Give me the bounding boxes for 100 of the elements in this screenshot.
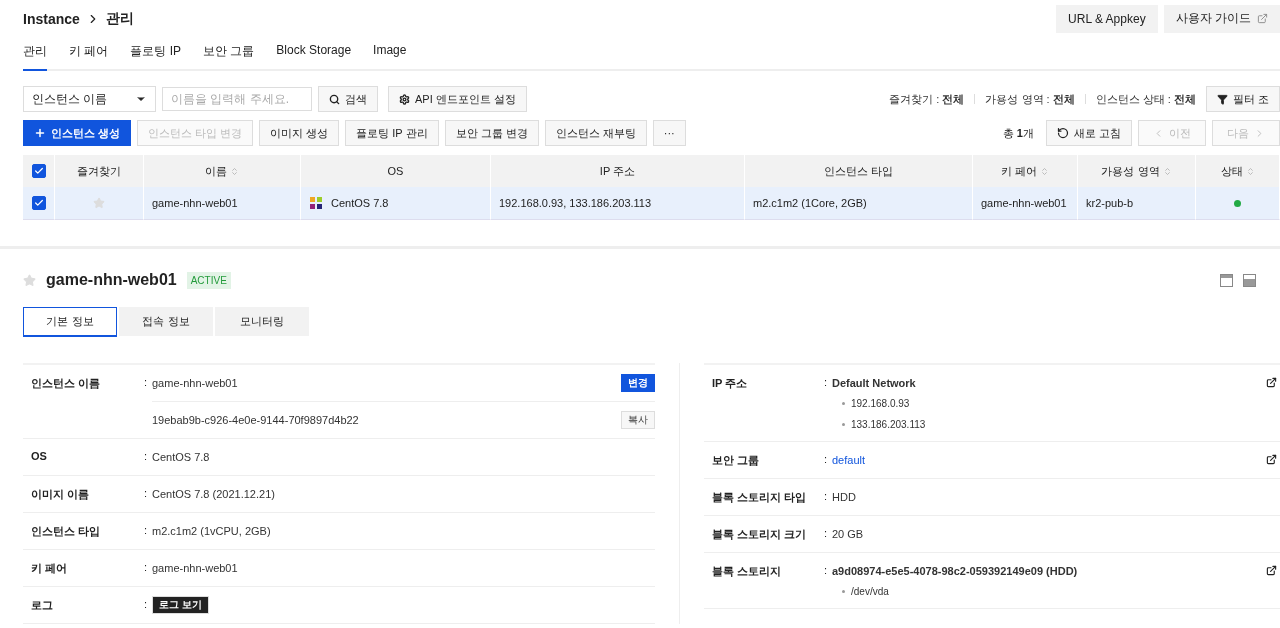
column-header[interactable]: 이름: [144, 155, 301, 187]
link[interactable]: default: [832, 454, 866, 466]
field-label: 이미지 이름: [31, 487, 91, 502]
colon: :: [824, 452, 829, 467]
star-icon[interactable]: [23, 273, 36, 287]
field-value: CentOS 7.8 (2021.12.21): [152, 488, 275, 500]
field-value: m2.c1m2 (1vCPU, 2GB): [152, 525, 271, 537]
check-icon: [33, 166, 44, 176]
copy-button[interactable]: 복사: [621, 411, 655, 429]
colon: :: [144, 375, 149, 390]
field-value: CentOS 7.8: [152, 451, 210, 463]
field-label: 인스턴스 이름: [31, 376, 102, 391]
column-header: OS: [301, 155, 491, 187]
action-button[interactable]: 인스턴스 재부팅: [544, 120, 647, 146]
external-link-icon[interactable]: [1266, 454, 1277, 465]
filter-summary: 가용성 영역 : 전체: [985, 91, 1075, 107]
table-cell: game-nhn-web01: [144, 187, 301, 220]
instance-title: game-nhn-web01: [46, 271, 177, 289]
field-value: game-nhn-web01: [152, 562, 238, 574]
field-label: 키 페어: [31, 561, 69, 576]
table-cell: m2.c1m2 (1Core, 2GB): [745, 187, 973, 220]
action-button[interactable]: 보안 그룹 변경: [444, 120, 539, 146]
plus-icon: [34, 127, 46, 139]
colon: :: [144, 523, 149, 538]
field-value: game-nhn-web01: [152, 377, 238, 389]
column-header: IP 주소: [491, 155, 745, 187]
change-button[interactable]: 변경: [621, 374, 655, 392]
field-label: 인스턴스 타입: [31, 524, 102, 539]
os-logo-icon: [309, 196, 323, 210]
colon: :: [824, 563, 829, 578]
tab[interactable]: 접속 정보: [119, 307, 213, 336]
tab[interactable]: 관리: [23, 37, 47, 71]
colon: :: [824, 489, 829, 504]
header-button[interactable]: URL & Appkey: [1056, 4, 1158, 33]
colon: :: [824, 526, 829, 541]
external-link-icon: [1257, 13, 1268, 24]
status-badge: ACTIVE: [186, 271, 231, 289]
filter-icon: [1216, 93, 1228, 105]
column-header: 인스턴스 타입: [745, 155, 973, 187]
sort-icon: [1162, 166, 1172, 176]
field-label: 블록 스토리지 타입: [712, 490, 808, 505]
api-endpoint-button[interactable]: API 엔드포인트 설정: [388, 86, 527, 112]
search-dropdown[interactable]: 인스턴스 이름: [23, 86, 156, 112]
star-icon[interactable]: [93, 197, 105, 209]
refresh-button[interactable]: 새로 고침: [1045, 120, 1132, 146]
breadcrumb-item[interactable]: Instance: [23, 10, 80, 27]
field-label: 로그: [31, 598, 54, 613]
list-item: 192.168.0.93: [832, 393, 1266, 414]
field-value: HDD: [832, 491, 856, 503]
field-value: Default Network: [832, 377, 916, 389]
field-value: a9d08974-e5e5-4078-98c2-059392149e09 (HDD): [832, 565, 1078, 577]
search-button[interactable]: 검색: [318, 86, 378, 112]
tab[interactable]: 모니터링: [215, 307, 309, 336]
tab[interactable]: 기본 정보: [23, 307, 117, 337]
total-count: 총 1개: [1002, 125, 1034, 141]
action-button[interactable]: 플로팅 IP 관리: [345, 120, 439, 146]
header-button[interactable]: 사용자 가이드: [1163, 4, 1280, 33]
table-cell: CentOS 7.8: [301, 187, 491, 220]
checkbox[interactable]: [31, 196, 46, 210]
list-item: 133.186.203.113: [832, 414, 1266, 435]
action-button[interactable]: ···: [652, 120, 686, 146]
tab[interactable]: 보안 그룹: [203, 37, 255, 71]
field-label: IP 주소: [712, 376, 749, 391]
gear-icon: [399, 93, 410, 105]
tab[interactable]: Image: [373, 37, 407, 71]
check-icon: [33, 198, 44, 208]
field-value: 20 GB: [832, 528, 864, 540]
column-header[interactable]: 가용성 영역: [1078, 155, 1196, 187]
colon: :: [824, 375, 829, 390]
filter-summary: 즐겨찾기 : 전체: [889, 91, 965, 107]
tab[interactable]: 키 페어: [69, 37, 109, 71]
field-label: 블록 스토리지 크기: [712, 527, 808, 542]
colon: :: [144, 486, 149, 501]
external-link-icon[interactable]: [1266, 565, 1277, 576]
layout-icon[interactable]: [1243, 273, 1256, 287]
refresh-icon: [1056, 127, 1069, 139]
field-label: 보안 그룹: [712, 453, 761, 468]
checkbox[interactable]: [31, 164, 46, 178]
sort-icon: [1040, 166, 1050, 176]
search-icon: [329, 93, 340, 105]
column-header[interactable]: 키 페어: [973, 155, 1078, 187]
breadcrumb-item: 관리: [105, 9, 134, 28]
layout-icon[interactable]: [1220, 273, 1233, 287]
external-link-icon[interactable]: [1266, 377, 1277, 388]
filter-button[interactable]: 필터 조: [1205, 86, 1280, 112]
filter-summary: 인스턴스 상태 : 전체: [1095, 91, 1196, 107]
field-label: OS: [31, 449, 48, 464]
colon: :: [144, 597, 149, 612]
list-item: /dev/vda: [832, 581, 1266, 602]
action-button[interactable]: 이미지 생성: [259, 120, 340, 146]
field-value: 19ebab9b-c926-4e0e-9144-70f9897d4b22: [152, 414, 359, 426]
table-cell: kr2-pub-b: [1078, 187, 1196, 220]
tab[interactable]: 플로팅 IP: [130, 37, 181, 71]
search-field[interactable]: 이름을 입력해 주세요.: [162, 87, 312, 111]
log-view-button[interactable]: 로그 보기: [152, 596, 209, 614]
column-header[interactable]: 상태: [1196, 155, 1280, 187]
table-cell: 192.168.0.93, 133.186.203.113: [491, 187, 745, 220]
sort-icon: [230, 166, 239, 176]
action-button[interactable]: 인스턴스 생성: [23, 120, 132, 146]
tab[interactable]: Block Storage: [276, 37, 352, 71]
